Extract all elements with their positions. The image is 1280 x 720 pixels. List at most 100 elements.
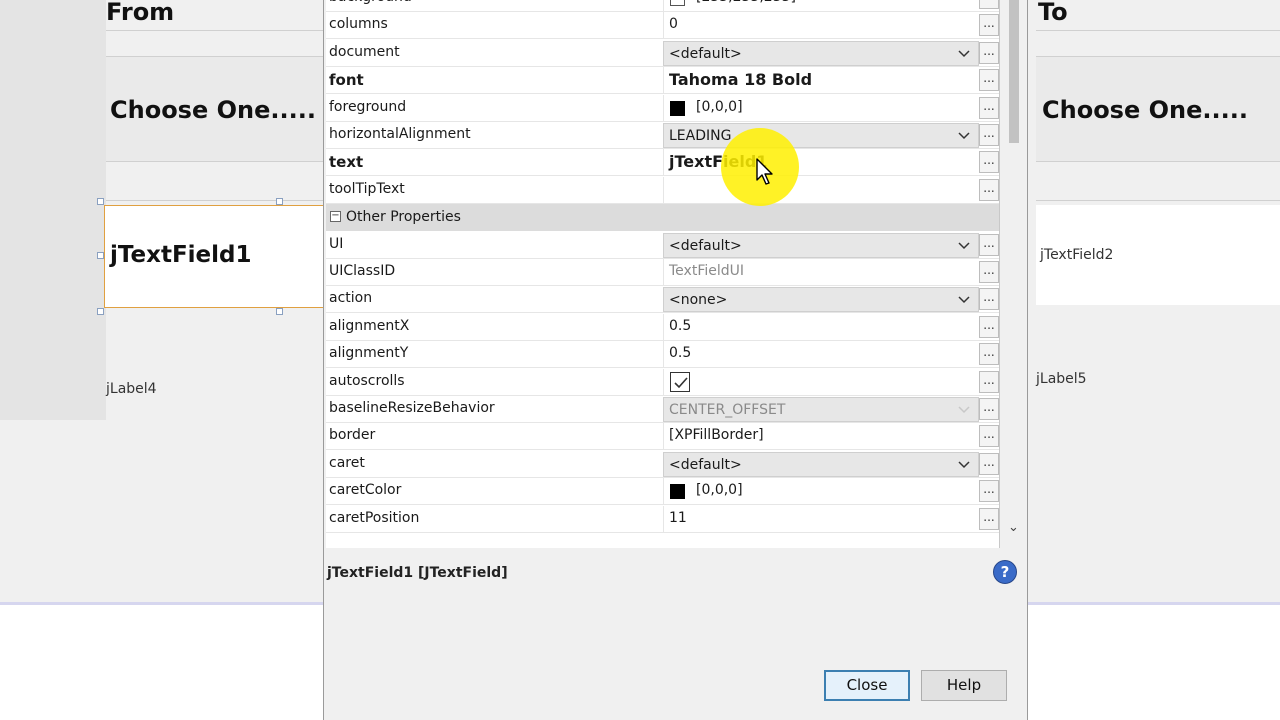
chevron-down-icon[interactable] [958, 47, 970, 63]
section-title: Other Properties [346, 209, 461, 226]
designer-left-strip [0, 0, 106, 420]
property-editor-button[interactable]: ... [979, 425, 999, 448]
property-editor-button[interactable]: ... [979, 96, 999, 119]
property-row-horizontalAlignment[interactable]: horizontalAlignment LEADING... [326, 122, 999, 149]
property-editor-button[interactable]: ... [979, 0, 999, 9]
property-value: Tahoma 18 Bold [669, 70, 813, 90]
property-row-text[interactable]: text jTextField1... [326, 149, 999, 177]
property-value-cell[interactable]: [0,0,0] [663, 94, 979, 122]
property-name: background [329, 0, 659, 5]
chevron-down-icon[interactable] [958, 293, 970, 309]
chevron-down-icon[interactable] [958, 129, 970, 145]
property-row-UI[interactable]: UI <default>... [326, 232, 999, 259]
close-button[interactable]: Close [824, 670, 910, 701]
separator [106, 200, 326, 201]
property-row-columns[interactable]: columns 0... [326, 12, 999, 40]
property-row-toolTipText[interactable]: toolTipText... [326, 176, 999, 204]
property-value: TextFieldUI [669, 263, 745, 279]
property-name: caretPosition [329, 509, 420, 526]
resize-handle[interactable] [276, 198, 283, 205]
property-value-cell[interactable]: 0.5 [663, 341, 979, 369]
color-swatch [670, 0, 685, 6]
property-value-combo[interactable]: <default> [663, 40, 979, 66]
separator [1036, 30, 1280, 31]
property-editor-button[interactable]: ... [979, 151, 999, 174]
screen: From To Choose One..... Choose One..... … [0, 0, 1280, 720]
chevron-down-icon[interactable] [958, 239, 970, 255]
property-editor-button[interactable]: ... [979, 14, 999, 37]
property-editor-button[interactable]: ... [979, 41, 999, 64]
property-row-alignmentY[interactable]: alignmentY 0.5... [326, 341, 999, 369]
property-name: caretColor [329, 482, 402, 499]
property-value-combo[interactable]: <default> [663, 451, 979, 477]
property-editor-button[interactable]: ... [979, 452, 999, 475]
property-editor-button[interactable]: ... [979, 124, 999, 146]
property-editor-button[interactable]: ... [979, 507, 999, 530]
checkbox[interactable] [670, 371, 690, 392]
property-row-border[interactable]: border [XPFillBorder]... [326, 423, 999, 451]
property-value-combo[interactable]: LEADING [663, 123, 979, 148]
property-value-cell[interactable]: [XPFillBorder] [663, 423, 979, 451]
help-icon[interactable]: ? [993, 560, 1017, 584]
jlabel4[interactable]: jLabel4 [106, 381, 157, 397]
property-editor-button[interactable]: ... [979, 178, 999, 201]
scrollbar-thumb[interactable] [1009, 0, 1019, 143]
jlabel5[interactable]: jLabel5 [1036, 371, 1087, 387]
property-row-alignmentX[interactable]: alignmentX 0.5... [326, 313, 999, 341]
property-value-combo[interactable]: <none> [663, 287, 979, 313]
property-value-cell[interactable]: [0,0,0] [663, 478, 979, 506]
section-other-properties[interactable]: − Other Properties [326, 204, 999, 232]
property-editor-button[interactable]: ... [979, 398, 999, 420]
property-value-cell[interactable] [663, 176, 979, 204]
property-row-foreground[interactable]: foreground [0,0,0]... [326, 94, 999, 122]
scroll-down-icon[interactable]: ⌄ [1008, 520, 1019, 535]
property-value-cell[interactable]: 11 [663, 505, 979, 533]
property-row-UIClassID[interactable]: UIClassID TextFieldUI... [326, 259, 999, 286]
collapse-icon[interactable]: − [330, 211, 341, 223]
property-row-background[interactable]: background [255,255,255]... [326, 0, 999, 12]
resize-handle[interactable] [276, 308, 283, 315]
color-swatch [670, 484, 685, 500]
property-row-font[interactable]: font Tahoma 18 Bold... [326, 67, 999, 95]
chevron-down-icon[interactable] [958, 458, 970, 474]
property-value-cell[interactable] [663, 368, 979, 396]
property-row-action[interactable]: action <none>... [326, 286, 999, 314]
property-scrollbar[interactable]: ⌄ [1001, 0, 1027, 548]
property-editor-button[interactable]: ... [979, 261, 999, 283]
property-name: columns [329, 16, 388, 33]
property-row-caretPosition[interactable]: caretPosition 11... [326, 505, 999, 533]
property-name: alignmentX [329, 317, 410, 334]
property-sheet[interactable]: background[255,255,255]...columns0...doc… [326, 0, 1000, 548]
property-value-cell[interactable]: TextFieldUI [663, 259, 979, 286]
property-value-cell[interactable]: jTextField1 [663, 149, 979, 177]
property-editor-button[interactable]: ... [979, 69, 999, 92]
property-row-baselineResizeBehavior[interactable]: baselineResizeBehavior CENTER_OFFSET... [326, 396, 999, 423]
help-button[interactable]: Help [921, 670, 1007, 701]
property-value-cell[interactable]: Tahoma 18 Bold [663, 67, 979, 95]
property-value: [255,255,255] [696, 0, 796, 5]
property-row-caret[interactable]: caret <default>... [326, 451, 999, 478]
property-editor-button[interactable]: ... [979, 233, 999, 256]
property-row-caretColor[interactable]: caretColor [0,0,0]... [326, 478, 999, 506]
property-value-cell[interactable]: [255,255,255] [663, 0, 979, 12]
property-editor-button[interactable]: ... [979, 370, 999, 393]
property-editor-button[interactable]: ... [979, 315, 999, 338]
from-textfield-text: jTextField1 [110, 242, 252, 268]
property-value: <default> [669, 456, 742, 473]
property-value-cell[interactable]: 0 [663, 12, 979, 40]
property-name: caret [329, 454, 365, 471]
resize-handle[interactable] [97, 308, 104, 315]
property-value-cell[interactable]: 0.5 [663, 313, 979, 341]
property-editor-button[interactable]: ... [979, 480, 999, 503]
property-editor-button[interactable]: ... [979, 343, 999, 366]
property-name: alignmentY [329, 345, 409, 362]
property-editor-button[interactable]: ... [979, 288, 999, 311]
property-row-autoscrolls[interactable]: autoscrolls... [326, 368, 999, 396]
property-value: 0.5 [669, 345, 692, 362]
property-value-combo[interactable]: <default> [663, 232, 979, 258]
property-value: [0,0,0] [696, 98, 743, 115]
property-value: 0.5 [669, 317, 692, 334]
property-row-document[interactable]: document <default>... [326, 40, 999, 67]
resize-handle[interactable] [97, 252, 104, 259]
resize-handle[interactable] [97, 198, 104, 205]
